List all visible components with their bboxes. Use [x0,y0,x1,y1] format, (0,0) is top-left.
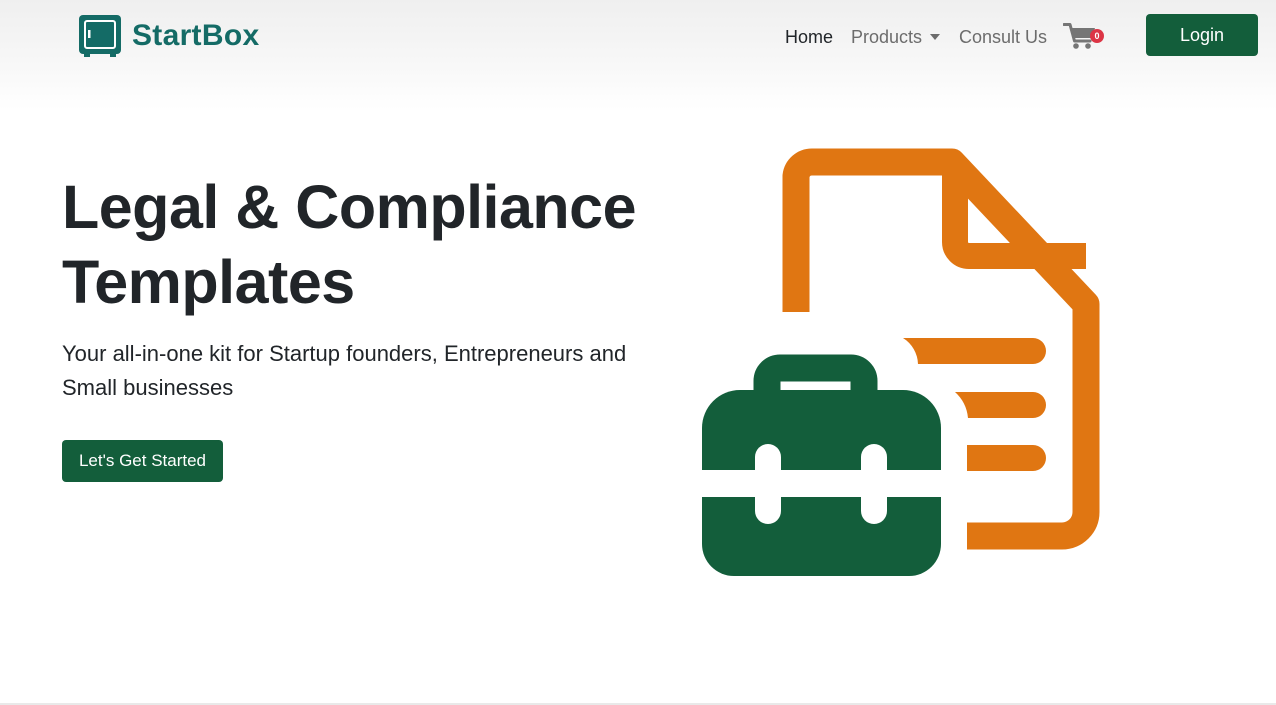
chevron-down-icon [930,34,941,40]
document-icon [782,148,1100,550]
nav-products-dropdown[interactable]: Products [851,26,941,48]
login-button[interactable]: Login [1146,14,1258,56]
nav-consult-link[interactable]: Consult Us [959,26,1047,48]
legal-templates-illustration [702,148,1100,576]
nav-products-label: Products [851,27,923,47]
hero-title: Legal & Compliance Templates [62,170,682,320]
top-navbar: StartBox Home Products Consult Us 0 Logi… [0,0,1276,110]
get-started-button[interactable]: Let's Get Started [62,440,223,482]
brand-name: StartBox [132,19,260,52]
safe-box-logo-icon [79,15,121,57]
hero-title-line-1: Legal & Compliance [62,173,637,241]
hero-subtitle: Your all-in-one kit for Startup founders… [62,341,627,400]
hero-title-line-2: Templates [62,248,355,316]
cart-count-badge: 0 [1090,29,1104,43]
nav-home-link[interactable]: Home [785,26,833,48]
briefcase-icon [702,354,941,576]
brand-home-link[interactable]: StartBox [78,14,259,58]
cart-button[interactable]: 0 [1063,22,1105,52]
